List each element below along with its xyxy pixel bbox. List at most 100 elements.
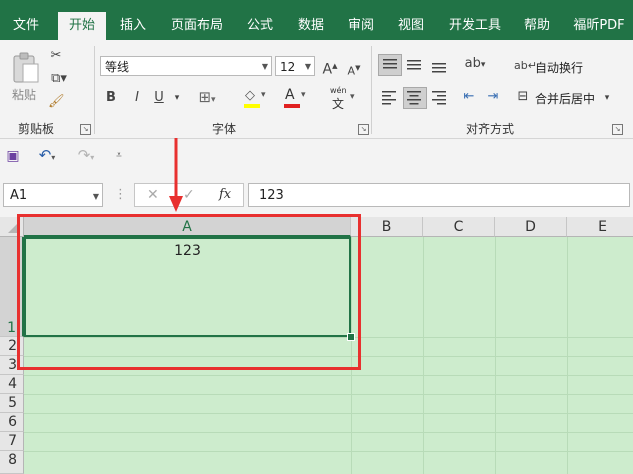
chevron-down-icon: ▼	[304, 62, 311, 71]
annotation-highlight-box	[17, 214, 361, 370]
tab-foxit-pdf[interactable]: 福昕PDF	[568, 11, 630, 40]
gridline	[24, 451, 633, 452]
name-box[interactable]: A1 ▼	[3, 183, 103, 207]
gridline	[24, 394, 633, 395]
wrap-text-icon[interactable]: ab↵	[514, 58, 537, 74]
paste-label: 粘贴	[12, 88, 37, 102]
align-right-icon	[432, 91, 446, 105]
chevron-down-icon: ▼	[92, 192, 99, 201]
chevron-down-icon: ▾	[301, 90, 306, 100]
row-header-8[interactable]: 8	[0, 451, 24, 474]
gridline	[567, 237, 568, 474]
redo-icon[interactable]: ↷▾	[72, 147, 100, 166]
align-middle-button[interactable]	[403, 54, 427, 76]
font-size-select[interactable]: 12 ▼	[275, 56, 315, 76]
fill-color-button[interactable]: ◇ ▾	[243, 88, 267, 110]
ribbon-tab-bar: 文件 开始 插入 页面布局 公式 数据 审阅 视图 开发工具 帮助 福昕PDF	[0, 0, 633, 40]
tab-page-layout[interactable]: 页面布局	[164, 11, 230, 40]
row-header-6[interactable]: 6	[0, 413, 24, 432]
format-painter-icon[interactable]: 🖌	[48, 94, 65, 110]
align-top-icon	[383, 59, 397, 69]
group-divider	[94, 46, 95, 134]
font-color-swatch	[284, 104, 300, 108]
tab-help[interactable]: 帮助	[516, 11, 558, 40]
shrink-font-icon[interactable]: A▼	[346, 60, 362, 80]
bold-button[interactable]: B	[104, 90, 118, 106]
increase-indent-icon[interactable]: ⇥	[482, 89, 504, 105]
column-header-b[interactable]: B	[351, 217, 423, 237]
alignment-launcher-icon[interactable]: ↘	[612, 124, 623, 135]
font-name-value: 等线	[105, 60, 130, 74]
clipboard-icon	[13, 52, 39, 83]
align-left-button[interactable]	[378, 87, 402, 109]
font-launcher-icon[interactable]: ↘	[358, 124, 369, 135]
chevron-down-icon: ▾	[350, 92, 355, 102]
gridline	[24, 413, 633, 414]
group-divider	[371, 46, 372, 134]
tab-formulas[interactable]: 公式	[240, 11, 280, 40]
tab-data[interactable]: 数据	[290, 11, 332, 40]
chevron-down-icon: ▼	[261, 62, 268, 71]
formula-input[interactable]: 123	[248, 183, 630, 207]
gridline	[495, 237, 496, 474]
tab-file[interactable]: 文件	[4, 11, 48, 40]
row-header-7[interactable]: 7	[0, 432, 24, 451]
fill-color-swatch	[244, 104, 260, 108]
customize-qat-icon[interactable]: ⩡	[113, 148, 125, 164]
insert-function-icon[interactable]: fx	[219, 187, 231, 202]
phonetic-guide-button[interactable]: wén 文 ▾	[326, 86, 360, 111]
tab-home[interactable]: 开始	[58, 12, 106, 40]
clipboard-group-label: 剪贴板	[17, 122, 54, 136]
borders-icon[interactable]: ⊞▾	[196, 89, 218, 108]
phonetic-pinyin: wén	[330, 86, 347, 95]
gridline	[24, 432, 633, 433]
tab-insert[interactable]: 插入	[112, 11, 154, 40]
align-right-button[interactable]	[428, 87, 452, 109]
gridline	[24, 375, 633, 376]
paint-bucket-icon: ◇	[245, 88, 255, 103]
font-color-button[interactable]: A ▾	[283, 87, 307, 110]
chevron-down-icon: ▾	[261, 90, 266, 100]
clipboard-launcher-icon[interactable]: ↘	[80, 124, 91, 135]
align-top-button[interactable]	[378, 54, 402, 76]
row-header-5[interactable]: 5	[0, 394, 24, 413]
row-header-4[interactable]: 4	[0, 375, 24, 394]
chevron-down-icon[interactable]: ▾	[170, 90, 184, 106]
column-header-c[interactable]: C	[423, 217, 495, 237]
font-group-label: 字体	[211, 122, 236, 136]
chevron-down-icon[interactable]: ▾	[602, 90, 612, 106]
undo-icon[interactable]: ↶▾	[33, 147, 61, 166]
align-bottom-button[interactable]	[428, 54, 452, 76]
cancel-icon[interactable]: ✕	[147, 187, 159, 203]
tab-review[interactable]: 审阅	[340, 11, 382, 40]
decrease-indent-icon[interactable]: ⇤	[458, 89, 480, 105]
annotation-arrow-icon	[169, 138, 183, 212]
italic-button[interactable]: I	[130, 90, 144, 106]
formula-buttons: ✕ ✓ fx	[134, 183, 244, 207]
merge-center-icon[interactable]: ⊟	[514, 89, 532, 105]
save-icon[interactable]: ▣	[5, 148, 21, 164]
align-bottom-icon	[432, 63, 446, 73]
orientation-icon[interactable]: ab▾	[460, 56, 490, 73]
alignment-group-label: 对齐方式	[465, 122, 514, 136]
font-name-select[interactable]: 等线 ▼	[100, 56, 272, 76]
align-left-icon	[382, 91, 396, 105]
paste-button[interactable]	[10, 52, 40, 86]
font-color-letter: A	[285, 87, 295, 103]
align-middle-icon	[407, 60, 421, 70]
merge-center-button[interactable]: 合并后居中	[535, 90, 595, 107]
quick-access-toolbar: ▣ ↶▾ ↷▾ ⩡	[0, 139, 633, 173]
wrap-text-button[interactable]: 自动换行	[535, 59, 583, 76]
tab-view[interactable]: 视图	[390, 11, 432, 40]
column-header-d[interactable]: D	[495, 217, 567, 237]
grow-font-icon[interactable]: A▲	[322, 58, 338, 78]
cut-icon[interactable]: ✂	[48, 48, 64, 64]
align-center-button[interactable]	[403, 87, 427, 109]
phonetic-char: 文	[332, 97, 345, 111]
tab-developer[interactable]: 开发工具	[442, 11, 508, 40]
ribbon-home: 粘贴 ✂ ⧉▾ 🖌 剪贴板 ↘ 等线 ▼ 12 ▼ A▲ A▼ B I U ▾ ⊞▾…	[0, 40, 633, 139]
column-header-e[interactable]: E	[567, 217, 633, 237]
more-options-icon: ⋮	[114, 187, 127, 202]
underline-button[interactable]: U	[152, 90, 166, 106]
copy-icon[interactable]: ⧉▾	[48, 71, 70, 87]
